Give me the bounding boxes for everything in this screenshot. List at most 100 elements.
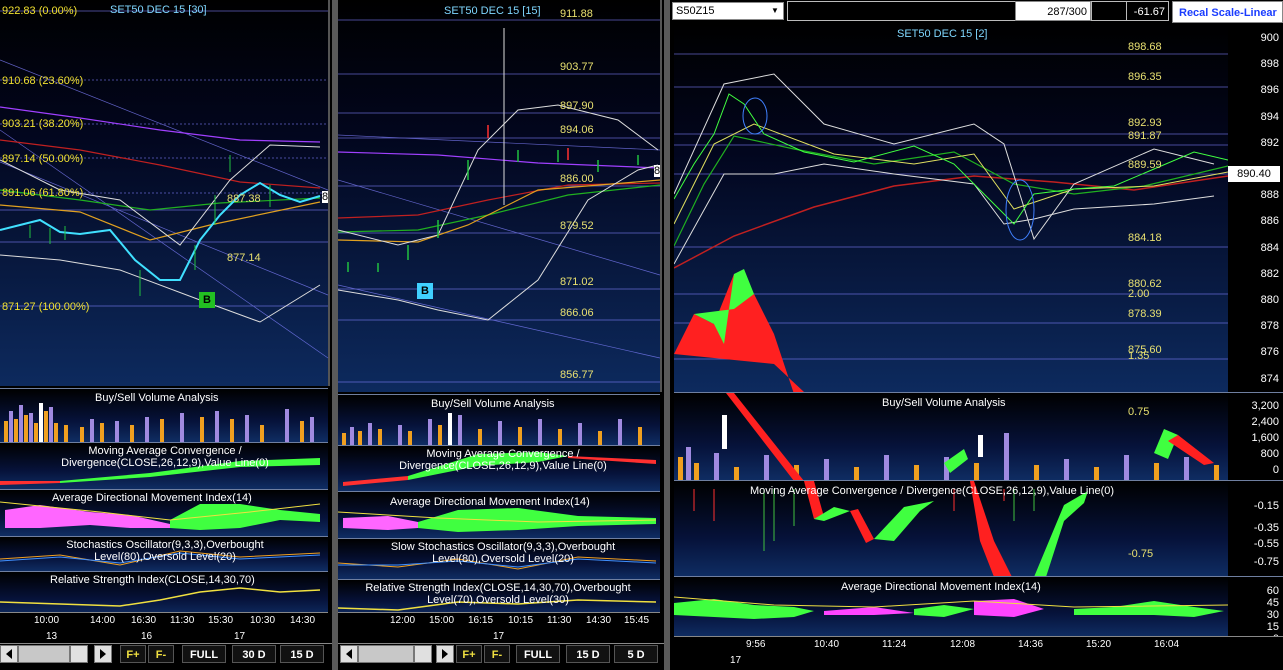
subchart-title: Buy/Sell Volume Analysis (95, 392, 219, 404)
time-label: 16:30 (131, 615, 157, 626)
subchart-title: Stochastics Oscillator(9,3,3),Overbought… (66, 539, 264, 563)
symbol-select-value: S50Z15 (676, 5, 715, 17)
volume-subchart-15[interactable]: Buy/Sell Volume Analysis (338, 394, 660, 445)
range-button-2[interactable]: 15 D (280, 645, 324, 663)
zoom-in-button[interactable]: F+ (120, 645, 146, 663)
y-tick: 880 (1260, 294, 1279, 306)
chart-panel-30: SET50 DEC 15 [30] 922.83 (0.00%) 910.68 … (0, 0, 332, 670)
rsi-subchart-30[interactable]: Relative Strength Index(CLOSE,14,30,70) (0, 571, 328, 617)
macd-axis[interactable]: -0.15 -0.35 -0.55 -0.75 (1228, 480, 1283, 577)
buy-signal-marker: B (421, 285, 429, 297)
time-label: 10:00 (34, 615, 60, 626)
price-axis[interactable]: 900 898 896 894 892 888 886 884 882 880 … (1228, 24, 1283, 392)
vol-tick: 3,200 (1251, 400, 1279, 412)
time-label: 14:30 (290, 615, 316, 626)
price-chart-15[interactable]: SET50 DEC 15 [15] 911.88 903.77 897.90 8… (338, 0, 662, 392)
time-label: 11:24 (882, 639, 907, 650)
price-chart-30[interactable]: SET50 DEC 15 [30] 922.83 (0.00%) 910.68 … (0, 0, 330, 386)
range-button-1[interactable]: 15 D (566, 645, 610, 663)
subchart-title: Average Directional Movement Index(14) (52, 492, 252, 504)
scroll-left-button[interactable] (340, 645, 358, 663)
recal-scale-label: Recal Scale-Linear (1179, 7, 1277, 19)
arrow-right-icon (442, 649, 448, 659)
macd-subchart-30[interactable]: Moving Average Convergence / Divergence(… (0, 442, 328, 489)
adx-subchart-2[interactable]: Average Directional Movement Index(14) (674, 576, 1228, 637)
price-level: 856.77 (560, 369, 594, 381)
time-label: 9:56 (746, 639, 766, 650)
stoch-subchart-30[interactable]: Stochastics Oscillator(9,3,3),Overbought… (0, 536, 328, 571)
range-button-1[interactable]: 30 D (232, 645, 276, 663)
volume-axis[interactable]: 3,200 2,400 1,600 800 0 (1228, 392, 1283, 481)
y-tick: 886 (1260, 215, 1279, 227)
scroll-thumb[interactable] (70, 645, 88, 663)
y-tick: 876 (1260, 346, 1279, 358)
vol-tick: 0 (1272, 464, 1279, 476)
scroll-thumb[interactable] (414, 645, 432, 663)
symbol-select[interactable]: S50Z15 ▼ (672, 2, 784, 20)
range-button-2[interactable]: 5 D (614, 645, 658, 663)
adx-tick: 15 (1266, 621, 1279, 633)
time-label: 15:30 (208, 615, 234, 626)
volume-subchart-30[interactable]: Buy/Sell Volume Analysis (0, 388, 328, 442)
scroll-right-button[interactable] (436, 645, 454, 663)
recal-scale-button[interactable]: Recal Scale-Linear (1172, 1, 1283, 23)
full-range-button[interactable]: FULL (516, 645, 560, 663)
time-axis-15: 12:00 15:00 16:15 10:15 11:30 14:30 15:4… (338, 612, 660, 643)
date-label: 17 (730, 655, 742, 666)
y-tick: 874 (1260, 373, 1279, 385)
subchart-title: Moving Average Convergence / Divergence(… (750, 485, 1115, 497)
zoom-in-button[interactable]: F+ (456, 645, 482, 663)
macd-tick: -0.15 (1253, 500, 1279, 512)
scroll-left-button[interactable] (0, 645, 18, 663)
zoom-out-button[interactable]: F- (484, 645, 510, 663)
subchart-title: Moving Average Convergence / Divergence(… (399, 448, 607, 472)
scrollbar-track[interactable] (358, 645, 414, 663)
adx-axis[interactable]: 60 45 30 15 0 (1228, 576, 1283, 645)
price-level: 871.02 (560, 276, 594, 288)
arrow-left-icon (6, 649, 12, 659)
chart-title: SET50 DEC 15 [30] (110, 4, 207, 16)
time-label: 12:00 (390, 615, 416, 626)
scroll-right-button[interactable] (94, 645, 112, 663)
time-label: 10:30 (250, 615, 276, 626)
scrollbar-track[interactable] (18, 645, 70, 663)
price-level: 892.93 (1128, 117, 1162, 129)
subchart-title: Average Directional Movement Index(14) (841, 581, 1041, 593)
macd-subchart-15[interactable]: Moving Average Convergence / Divergence(… (338, 445, 660, 491)
price-level: 897.90 (560, 100, 594, 112)
date-label: 13 (46, 631, 58, 642)
adx-subchart-30[interactable]: Average Directional Movement Index(14) (0, 489, 328, 536)
current-price-box: 890.40 (1228, 166, 1280, 182)
price-level: 887.38 (227, 193, 261, 205)
time-label: 15:20 (1086, 639, 1112, 650)
zoom-out-button[interactable]: F- (148, 645, 174, 663)
stoch-subchart-15[interactable]: Slow Stochastics Oscillator(9,3,3),Overb… (338, 538, 660, 579)
time-label: 10:40 (814, 639, 840, 650)
volume-subchart-2[interactable]: Buy/Sell Volume Analysis 0.75 (674, 392, 1228, 481)
price-chart-15-canvas (338, 19, 660, 383)
date-label: 16 (141, 631, 153, 642)
macd-subchart-2[interactable]: Moving Average Convergence / Divergence(… (674, 480, 1228, 577)
adx-tick: 45 (1266, 597, 1279, 609)
y-tick: 878 (1260, 320, 1279, 332)
overlay-value: -0.75 (1128, 548, 1154, 560)
time-label: 15:45 (624, 615, 650, 626)
price-level: 886.00 (560, 173, 594, 185)
time-axis-30: 10:00 14:00 16:30 11:30 15:30 10:30 14:3… (0, 612, 328, 643)
price-level: 884.18 (1128, 232, 1162, 244)
right-edge-label: 8 (654, 165, 661, 177)
time-label: 14:36 (1018, 639, 1044, 650)
rsi-subchart-15[interactable]: Relative Strength Index(CLOSE,14,30,70),… (338, 579, 660, 616)
price-chart-2[interactable]: SET50 DEC 15 [2] 898.68 896.35 892.93 89… (674, 24, 1228, 392)
price-level: 889.59 (1128, 159, 1162, 171)
fib-level: 897.14 (50.00%) (2, 153, 84, 165)
price-level: 891.87 (1128, 130, 1162, 142)
adx-subchart-15[interactable]: Average Directional Movement Index(14) (338, 491, 660, 538)
chart-panel-15: SET50 DEC 15 [15] 911.88 903.77 897.90 8… (338, 0, 664, 670)
y-tick: 898 (1260, 58, 1279, 70)
subchart-title: Buy/Sell Volume Analysis (431, 398, 555, 410)
right-edge-label: 8 (322, 191, 329, 203)
y-tick: 884 (1260, 242, 1279, 254)
full-range-button[interactable]: FULL (182, 645, 226, 663)
time-label: 15:00 (429, 615, 455, 626)
